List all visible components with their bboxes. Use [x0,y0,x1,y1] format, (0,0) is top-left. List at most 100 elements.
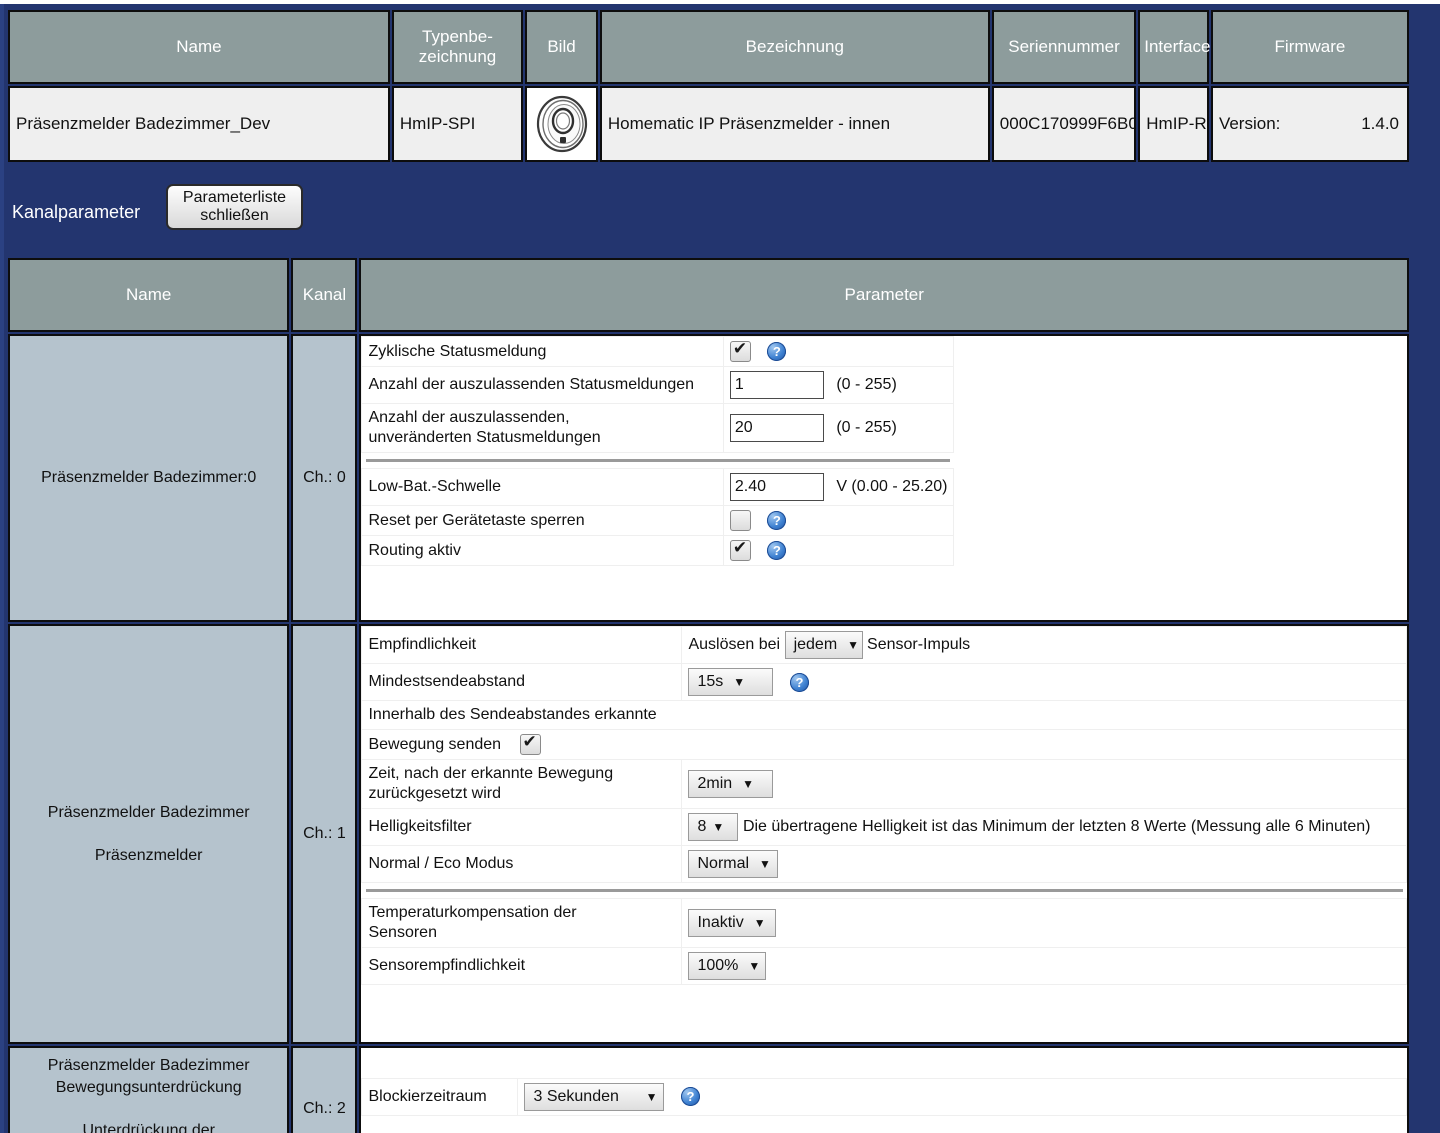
param-row-mindestsendeabstand: Mindestsendeabstand 15s ▼ ? [361,663,1407,701]
label-low-bat-schwelle: Low-Bat.-Schwelle [361,468,724,506]
col-header-typ-line1: Typenbe- [422,27,493,47]
label-anzahl-statusmeldungen: Anzahl der auszulassenden Statusmeldunge… [361,366,724,404]
label-temperaturkompensation: Temperaturkompensation der Sensoren [361,898,683,948]
label-anzahl-unveraenderte-line1: Anzahl der auszulassenden, [368,409,570,426]
help-icon-mindestsendeabstand[interactable]: ? [789,672,809,692]
select-helligkeitsfilter[interactable]: 8 ▼ [688,813,739,841]
select-sensorempfindlichkeit-value: 100% [697,957,739,974]
channel-row-1: Präsenzmelder Badezimmer Präsenzmelder C… [8,624,1409,1044]
device-bezeichnung: Homematic IP Präsenzmelder - innen [599,86,990,162]
close-parameter-list-button[interactable]: Parameterliste schließen [166,184,303,230]
param-row-zyklische-statusmeldung: Zyklische Statusmeldung ? [361,336,955,367]
select-mindestsendeabstand[interactable]: 15s ▼ [688,668,774,696]
label-sensorempfindlichkeit: Sensorempfindlichkeit [361,947,683,985]
device-seriennummer: 000C170999F6B0 [991,86,1137,162]
separator-cell-1 [362,883,1407,899]
checkbox-zyklische-statusmeldung[interactable] [729,339,751,362]
control-zeit-zuruecksetzen: 2min ▼ [681,759,1407,809]
channel-2-name-line2: Bewegungsunterdrückung [55,1078,242,1096]
channel-2-name-line1: Präsenzmelder Badezimmer [47,1057,250,1075]
select-normal-eco-modus-value: Normal [697,855,750,872]
select-normal-eco-modus[interactable]: Normal ▼ [688,850,779,878]
checkbox-reset-sperren[interactable] [729,510,751,531]
param-row-blockierzeitraum: Blockierzeitraum 3 Sekunden ▼ ? [361,1077,1407,1116]
channel-2-kanal: Ch.: 2 [291,1046,358,1133]
page-root: Name Typenbe- zeichnung Bild Bezeichnung… [0,0,1440,1133]
chevron-down-icon-sensorempfindlichkeit: ▼ [748,959,761,973]
separator-cell-0 [362,453,954,469]
col-header-name: Name [8,10,390,84]
channel-0-name: Präsenzmelder Badezimmer:0 [8,334,290,622]
device-name: Präsenzmelder Badezimmer_Dev [8,86,390,162]
input-anzahl-statusmeldungen[interactable] [729,371,824,399]
channel-row-0: Präsenzmelder Badezimmer:0 Ch.: 0 Zyklis… [8,334,1409,622]
channel-2-parameters: Blockierzeitraum 3 Sekunden ▼ ? [359,1046,1409,1133]
device-interface: HmIP-RF [1138,86,1209,162]
param-row-helligkeitsfilter: Helligkeitsfilter 8 ▼ Die übertragene Hel… [361,808,1407,846]
select-empfindlichkeit[interactable]: jedem ▼ [784,631,863,659]
left-edge-strip [0,4,4,1133]
param-row-routing-aktiv: Routing aktiv ? [361,535,955,566]
label-helligkeitsfilter: Helligkeitsfilter [361,808,683,846]
chevron-down-icon-mindestsendeabstand: ▼ [733,675,746,689]
device-info-table: Name Typenbe- zeichnung Bild Bezeichnung… [6,8,1411,164]
control-bewegung-senden: Bewegung senden [361,729,1407,760]
checkbox-routing-aktiv[interactable] [729,538,751,561]
channel-0-param-grid: Zyklische Statusmeldung ? Anzahl der aus… [361,336,955,566]
kanalparameter-label: Kanalparameter [12,202,141,222]
label-blockierzeitraum: Blockierzeitraum [361,1077,519,1116]
control-helligkeitsfilter: 8 ▼ Die übertragene Helligkeit ist das Mi… [681,808,1407,846]
channel-2-name: Präsenzmelder Badezimmer Bewegungsunterd… [8,1046,290,1133]
control-normal-eco-modus: Normal ▼ [681,845,1407,883]
param-table-header-row: Name Kanal Parameter [8,258,1409,332]
select-zeit-zuruecksetzen[interactable]: 2min ▼ [688,770,774,798]
param-row-zeit-zuruecksetzen: Zeit, nach der erkannte Bewegung zurückg… [361,759,1407,809]
control-low-bat-schwelle: V (0.00 - 25.20) [722,468,955,506]
control-zyklische-statusmeldung: ? [722,336,955,367]
chevron-down-icon-blockierzeitraum: ▼ [645,1089,658,1104]
label-empfindlichkeit: Empfindlichkeit [361,626,683,664]
separator-line-0 [365,459,950,462]
select-blockierzeitraum[interactable]: 3 Sekunden ▼ [524,1082,665,1111]
param-col-header-name: Name [8,258,290,332]
label-bewegung-senden: Bewegung senden [368,735,502,753]
help-icon-routing-aktiv[interactable]: ? [767,541,787,560]
control-sensorempfindlichkeit: 100% ▼ [681,947,1407,985]
help-icon-zyklische-statusmeldung[interactable]: ? [767,342,787,361]
input-low-bat-schwelle[interactable] [729,473,824,501]
top-white-strip [0,0,1440,4]
close-button-line1: Parameterliste [182,188,287,206]
control-routing-aktiv: ? [722,535,955,566]
select-helligkeitsfilter-value: 8 [697,818,707,835]
param-row-bewegung-senden: Bewegung senden [361,729,1407,760]
spacer-cell-top [362,1048,1407,1078]
col-header-seriennummer: Seriennummer [991,10,1137,84]
select-temperaturkompensation[interactable]: Inaktiv ▼ [688,909,777,937]
device-typenbezeichnung: HmIP-SPI [391,86,524,162]
col-header-firmware: Firmware [1210,10,1409,84]
channel-2-param-grid: Blockierzeitraum 3 Sekunden ▼ ? [361,1048,1407,1133]
control-temperaturkompensation: Inaktiv ▼ [681,898,1407,948]
separator-line-1 [365,889,1403,892]
param-row-low-bat: Low-Bat.-Schwelle V (0.00 - 25.20) [361,468,955,506]
select-sensorempfindlichkeit[interactable]: 100% ▼ [688,952,767,980]
col-header-typenbezeichnung: Typenbe- zeichnung [391,10,524,84]
help-icon-blockierzeitraum[interactable]: ? [680,1087,700,1106]
channel-1-name-line1: Präsenzmelder Badezimmer [47,803,250,821]
checkbox-bewegung-senden[interactable] [519,732,541,755]
param-row-reset-sperren: Reset per Gerätetaste sperren ? [361,505,955,536]
input-anzahl-unveraenderte[interactable] [729,414,824,442]
col-header-bild: Bild [525,10,598,84]
channel-1-kanal: Ch.: 1 [291,624,358,1044]
presence-detector-icon [536,95,587,153]
chevron-down-icon-temperaturkompensation: ▼ [753,916,766,930]
help-icon-reset-sperren[interactable]: ? [767,511,787,530]
param-row-innerhalb-sendeabstand: Innerhalb des Sendeabstandes erkannte [361,700,1407,730]
param-row-anzahl-statusmeldungen: Anzahl der auszulassenden Statusmeldunge… [361,366,955,404]
label-temperaturkompensation-line2: Sensoren [368,924,437,941]
empfindlichkeit-prefix: Auslösen bei [688,636,781,653]
channel-1-name-line2: Präsenzmelder [94,846,203,864]
label-anzahl-unveraenderte-line2: unveränderten Statusmeldungen [368,429,601,446]
col-header-typ-line2: zeichnung [418,47,497,66]
control-mindestsendeabstand: 15s ▼ ? [681,663,1407,701]
